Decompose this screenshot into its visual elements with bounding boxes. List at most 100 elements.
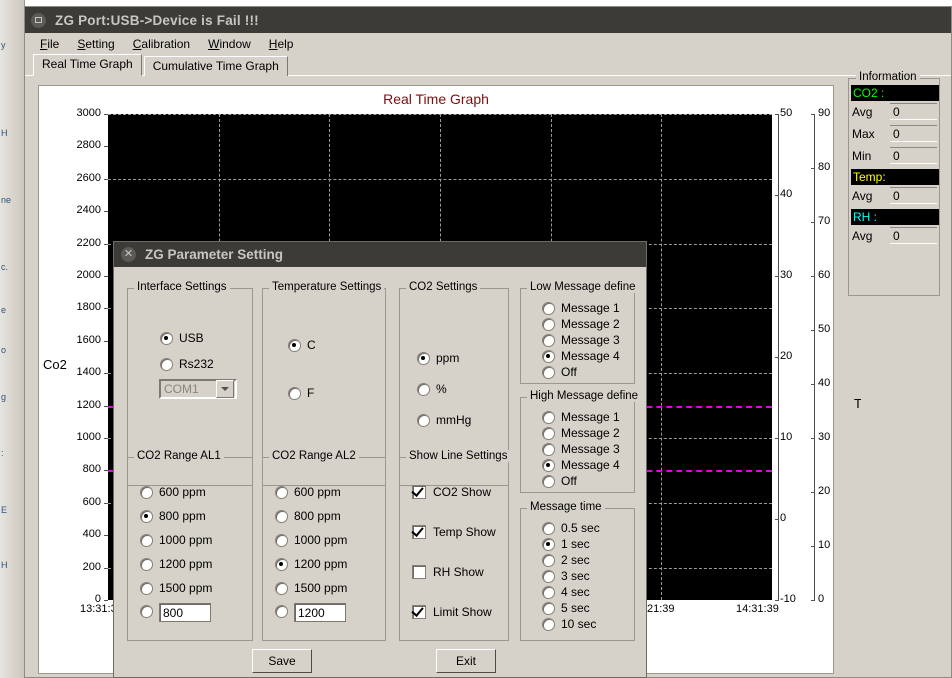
radio-high-message-0-indicator[interactable] [542,410,555,424]
radio-al2-3[interactable]: 1200 ppm [275,557,347,571]
al2-custom-input[interactable]: 1200 [294,603,346,622]
checkbox-show-3[interactable]: Limit Show [412,605,492,619]
radio-low-message-2[interactable]: Message 3 [542,333,620,347]
radio-fahrenheit-indicator[interactable] [288,386,301,400]
radio-message-time-5-indicator[interactable] [542,601,555,615]
radio-high-message-4-indicator[interactable] [542,474,555,488]
radio-al2-4[interactable]: 1500 ppm [275,581,347,595]
exit-button[interactable]: Exit [436,649,496,673]
dialog-titlebar[interactable]: ✕ ZG Parameter Setting [114,242,646,267]
radio-message-time-2[interactable]: 2 sec [542,553,590,567]
radio-al1-1-indicator[interactable] [140,509,153,523]
radio-al1-4[interactable]: 1500 ppm [140,581,212,595]
radio-message-time-4-indicator[interactable] [542,585,555,599]
radio-message-time-6-indicator[interactable] [542,617,555,631]
checkbox-show-2-indicator[interactable] [412,565,426,579]
radio-message-time-2-indicator[interactable] [542,553,555,567]
tab-real-time-graph[interactable]: Real Time Graph [33,54,142,76]
checkbox-show-0[interactable]: CO2 Show [412,485,491,499]
chevron-down-icon[interactable] [216,380,234,398]
checkbox-show-1[interactable]: Temp Show [412,525,496,539]
radio-high-message-1-indicator[interactable] [542,426,555,440]
checkbox-show-3-indicator[interactable] [412,605,426,619]
radio-al2-2[interactable]: 1000 ppm [275,533,347,547]
radio-mmhg[interactable]: mmHg [417,413,471,427]
radio-al1-4-indicator[interactable] [140,581,153,595]
radio-al1-0[interactable]: 600 ppm [140,485,206,499]
radio-usb[interactable]: USB [160,331,204,345]
radio-message-time-0-indicator[interactable] [542,521,555,535]
radio-low-message-3[interactable]: Message 4 [542,349,620,363]
radio-high-message-2[interactable]: Message 3 [542,442,620,456]
radio-low-message-1[interactable]: Message 2 [542,317,620,331]
radio-al1-2[interactable]: 1000 ppm [140,533,212,547]
radio-high-message-1[interactable]: Message 2 [542,426,620,440]
al1-custom[interactable] [140,605,159,618]
radio-high-message-3[interactable]: Message 4 [542,458,620,472]
al2-custom-indicator[interactable] [275,605,288,618]
radio-message-time-5[interactable]: 5 sec [542,601,590,615]
com-port-dropdown[interactable]: COM1 [159,379,237,399]
radio-al2-0[interactable]: 600 ppm [275,485,341,499]
radio-celsius-indicator[interactable] [288,338,301,352]
radio-al1-3-indicator[interactable] [140,557,153,571]
menu-item-help[interactable]: Help [260,35,303,53]
al1-custom-input[interactable]: 800 [159,603,211,622]
radio-al2-1-indicator[interactable] [275,509,288,523]
radio-low-message-0[interactable]: Message 1 [542,301,620,315]
radio-high-message-3-indicator[interactable] [542,458,555,472]
radio-message-time-3[interactable]: 3 sec [542,569,590,583]
radio-rs232[interactable]: Rs232 [160,357,214,371]
radio-high-message-0[interactable]: Message 1 [542,410,620,424]
radio-low-message-0-indicator[interactable] [542,301,555,315]
radio-message-time-4[interactable]: 4 sec [542,585,590,599]
radio-al2-0-indicator[interactable] [275,485,288,499]
close-icon[interactable]: ✕ [121,247,136,262]
menu-item-file[interactable]: File [31,35,68,53]
radio-low-message-4[interactable]: Off [542,365,577,379]
tab-cumulative-time-graph[interactable]: Cumulative Time Graph [143,56,288,76]
al2-custom[interactable] [275,605,294,618]
menu-item-setting[interactable]: Setting [68,35,123,53]
menu-item-window[interactable]: Window [199,35,260,53]
radio-al2-4-indicator[interactable] [275,581,288,595]
menu-item-calibration[interactable]: Calibration [124,35,199,53]
radio-low-message-2-indicator[interactable] [542,333,555,347]
background-window[interactable]: y Hne c. e o g: E H [0,0,25,678]
checkbox-show-1-indicator[interactable] [412,525,426,539]
radio-message-time-0[interactable]: 0.5 sec [542,521,600,535]
checkbox-show-2[interactable]: RH Show [412,565,484,579]
radio-high-message-4[interactable]: Off [542,474,577,488]
al1-custom-indicator[interactable] [140,605,153,618]
radio-al1-1[interactable]: 800 ppm [140,509,206,523]
radio-al2-2-indicator[interactable] [275,533,288,547]
radio-high-message-3-label: Message 4 [561,458,620,472]
radio-usb-indicator[interactable] [160,331,173,345]
radio-high-message-2-indicator[interactable] [542,442,555,456]
radio-low-message-1-indicator[interactable] [542,317,555,331]
window-restore-icon[interactable] [31,12,46,28]
radio-al2-1[interactable]: 800 ppm [275,509,341,523]
radio-al1-2-indicator[interactable] [140,533,153,547]
radio-percent[interactable]: % [417,382,447,396]
radio-low-message-3-indicator[interactable] [542,349,555,363]
radio-celsius[interactable]: C [288,338,316,352]
radio-ppm-indicator[interactable] [417,351,430,365]
radio-ppm[interactable]: ppm [417,351,459,365]
radio-al1-0-indicator[interactable] [140,485,153,499]
co2-axis-tickmark [104,276,108,277]
radio-al2-3-indicator[interactable] [275,557,288,571]
radio-rs232-indicator[interactable] [160,357,173,371]
radio-percent-indicator[interactable] [417,382,430,396]
checkbox-show-0-indicator[interactable] [412,485,426,499]
radio-message-time-1[interactable]: 1 sec [542,537,590,551]
window-titlebar[interactable]: ZG Port:USB->Device is Fail !!! [25,7,951,33]
radio-al1-3[interactable]: 1200 ppm [140,557,212,571]
radio-fahrenheit[interactable]: F [288,386,314,400]
radio-mmhg-indicator[interactable] [417,413,430,427]
radio-message-time-3-indicator[interactable] [542,569,555,583]
save-button[interactable]: Save [252,649,312,673]
radio-message-time-1-indicator[interactable] [542,537,555,551]
radio-message-time-6[interactable]: 10 sec [542,617,596,631]
radio-low-message-4-indicator[interactable] [542,365,555,379]
